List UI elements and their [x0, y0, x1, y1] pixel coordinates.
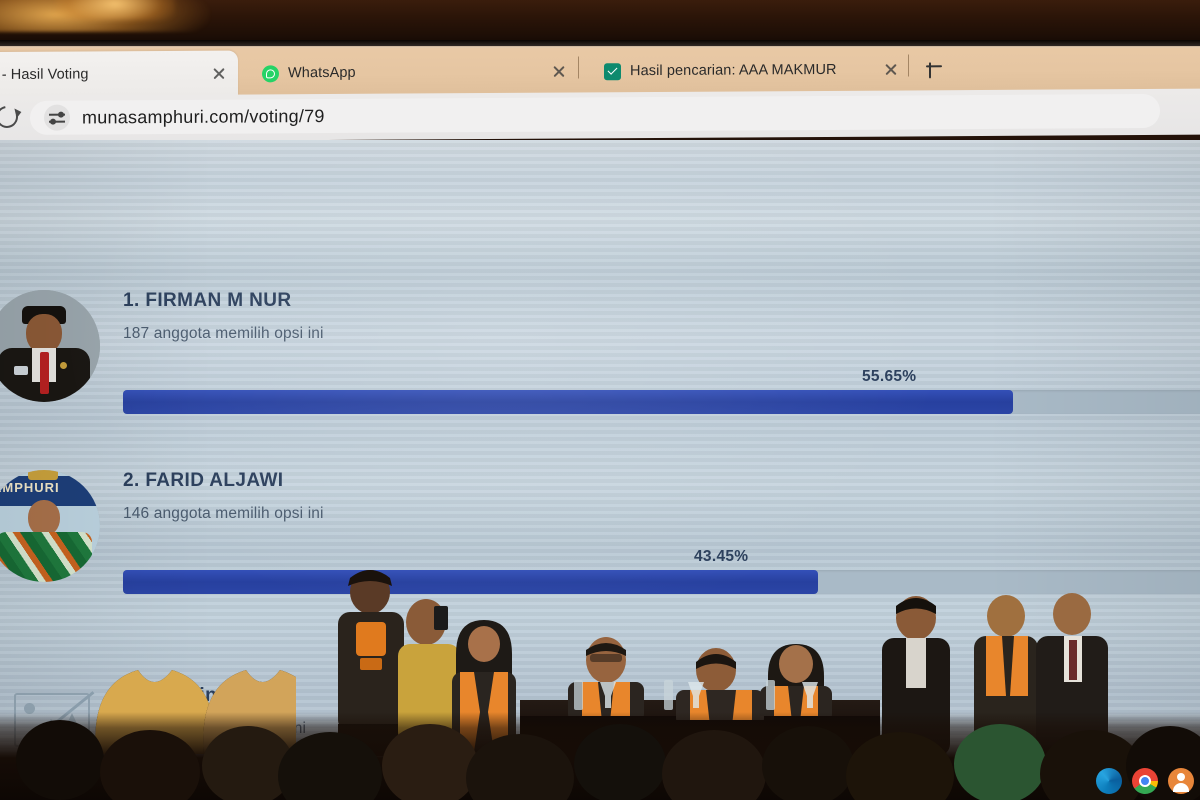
projected-screen-photo: PHURI - Hasil Voting WhatsApp Hasil penc… [0, 0, 1200, 800]
tab-title: Hasil pencarian: AAA MAKMUR [630, 61, 837, 80]
tab-hasil-voting[interactable]: PHURI - Hasil Voting [0, 50, 238, 99]
option-name: 3. Abstain [123, 685, 218, 706]
tab-divider [578, 56, 579, 79]
browser-toolbar: munasamphuri.com/voting/79 [0, 88, 1200, 142]
option-vote-count: 187 anggota memilih opsi ini [123, 325, 324, 342]
screen-top-edge [0, 40, 1200, 48]
user-account-icon[interactable] [1168, 768, 1194, 794]
new-tab-button[interactable] [922, 54, 946, 78]
address-bar[interactable]: munasamphuri.com/voting/79 [30, 93, 1160, 135]
option-name: 2. FARID ALJAWI [123, 470, 284, 491]
browser-window: PHURI - Hasil Voting WhatsApp Hasil penc… [0, 44, 1200, 800]
taskbar-icons [1096, 768, 1194, 794]
tune-icon[interactable] [44, 104, 70, 131]
shield-check-icon [604, 62, 621, 80]
tab-title: WhatsApp [288, 64, 356, 82]
close-icon[interactable] [550, 63, 568, 81]
option-vote-count: 146 anggota memilih opsi ini [123, 505, 324, 522]
tab-title: PHURI - Hasil Voting [0, 66, 89, 83]
ceiling-calligraphy-glow-secondary [55, 0, 175, 20]
close-icon[interactable] [882, 61, 900, 79]
chrome-icon[interactable] [1132, 768, 1158, 794]
reload-icon[interactable] [0, 101, 23, 133]
whatsapp-icon [262, 64, 279, 82]
option-vote-count: 3 anggota memilih opsi ini [123, 720, 307, 737]
tab-whatsapp[interactable]: WhatsApp [248, 48, 578, 96]
option-progress-fill [123, 390, 1014, 414]
option-percent-label: 55.65% [862, 368, 917, 385]
broken-image-icon: No Image [12, 687, 100, 775]
no-image-caption: No Image [35, 753, 75, 763]
option-progress-track [123, 570, 1200, 594]
voting-results-page: 1. FIRMAN M NUR 187 anggota memilih opsi… [0, 140, 1200, 800]
option-progress-track [123, 390, 1200, 414]
close-icon[interactable] [210, 65, 228, 83]
option-progress-fill [123, 570, 819, 594]
avatar-banner-text: AMPHURI [0, 480, 60, 495]
address-bar-url: munasamphuri.com/voting/79 [82, 105, 325, 127]
avatar [0, 290, 100, 402]
option-name: 1. FIRMAN M NUR [123, 290, 292, 311]
option-percent-label: 43.45% [694, 548, 749, 565]
avatar: AMPHURI [0, 470, 100, 582]
tab-hasil-pencarian[interactable]: Hasil pencarian: AAA MAKMUR [590, 46, 910, 94]
edge-icon[interactable] [1096, 768, 1122, 794]
